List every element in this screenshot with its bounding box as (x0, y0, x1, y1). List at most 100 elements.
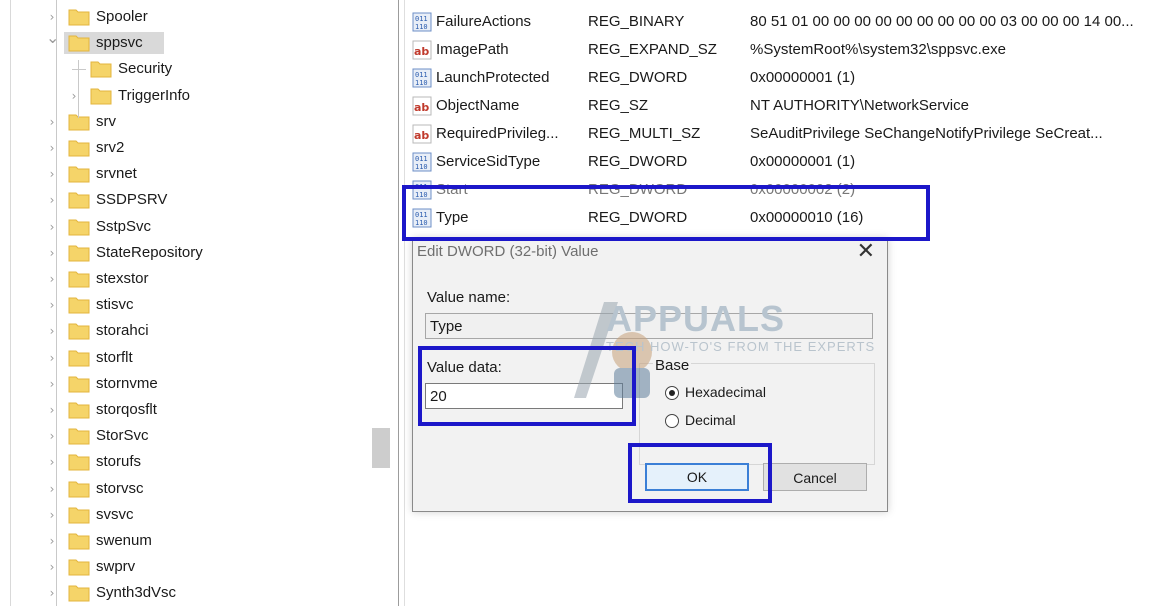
tree-item[interactable]: › srvnet (0, 163, 360, 187)
tree-item-label: stornvme (96, 374, 158, 392)
value-data: SeAuditPrivilege SeChangeNotifyPrivilege… (750, 125, 1103, 142)
folder-icon (68, 217, 90, 236)
value-name-label: Value name: (427, 289, 511, 306)
svg-text:ab: ab (414, 45, 429, 58)
tree-item-label: stexstor (96, 270, 149, 287)
value-row[interactable]: ab ImagePath REG_EXPAND_SZ %SystemRoot%\sys… (410, 38, 1161, 64)
value-row[interactable]: 011 110 FailureActions REG_BINARY 80 51 01 0… (410, 10, 1161, 36)
pane-splitter[interactable] (398, 0, 399, 606)
value-name: ImagePath (436, 41, 509, 58)
folder-icon (68, 374, 90, 393)
tree-item-label: storflt (96, 348, 133, 366)
svg-text:110: 110 (415, 23, 428, 31)
tree-guide-line (56, 0, 57, 606)
tree-item-label: TriggerInfo (118, 86, 190, 104)
tree-item[interactable]: › storqosflt (0, 399, 360, 423)
type-row-highlight (402, 185, 930, 241)
value-name: LaunchProtected (436, 69, 550, 86)
value-row[interactable]: 011 110 ServiceSidType REG_DWORD 0x00000001 … (410, 150, 1161, 176)
folder-icon (68, 164, 90, 183)
tree-item[interactable]: Security (0, 58, 360, 82)
folder-icon (68, 295, 90, 314)
tree-item[interactable]: › storvsc (0, 478, 360, 502)
folder-icon (68, 479, 90, 498)
svg-text:011: 011 (415, 15, 428, 23)
value-name: RequiredPrivileg... (436, 125, 559, 142)
tree-item[interactable]: › srv2 (0, 137, 360, 161)
tree-item[interactable]: › srv (0, 111, 360, 135)
value-name: FailureActions (436, 13, 532, 30)
dialog-title: Edit DWORD (32-bit) Value (417, 243, 599, 260)
folder-icon (68, 426, 90, 445)
value-type: REG_DWORD (588, 69, 688, 86)
tree-item[interactable]: › SstpSvc (0, 216, 360, 240)
value-type: REG_DWORD (588, 153, 688, 170)
folder-icon (68, 243, 90, 262)
tree-item-label: swenum (96, 532, 152, 549)
hexadecimal-label[interactable]: Hexadecimal (685, 384, 766, 400)
tree-scrollbar-thumb[interactable] (372, 428, 390, 468)
tree-item[interactable]: › swprv (0, 556, 360, 580)
tree-item[interactable]: › swenum (0, 530, 360, 554)
tree-item[interactable]: › Spooler (0, 6, 360, 30)
tree-item-label: srvnet (96, 165, 137, 183)
binary-value-icon: 011 110 (412, 12, 432, 32)
tree-item[interactable]: › SSDPSRV (0, 189, 360, 213)
tree-item[interactable]: ⌄ sppsvc (0, 30, 360, 56)
tree-item-label: SSDPSRV (96, 191, 168, 209)
tree-item-label: Security (118, 60, 173, 78)
close-icon[interactable]: ✕ (857, 239, 875, 264)
tree-item[interactable]: › storufs (0, 451, 360, 475)
svg-text:011: 011 (415, 71, 428, 79)
tree-item-label: sppsvc (96, 34, 143, 52)
value-row[interactable]: 011 110 LaunchProtected REG_DWORD 0x00000001… (410, 66, 1161, 92)
registry-tree: › Spooler ⌄ sppsvc Security › TriggerInfo › srv ›… (0, 0, 370, 606)
folder-icon (68, 321, 90, 340)
tree-item[interactable]: › StateRepository (0, 242, 360, 266)
tree-item-label: storqosflt (96, 401, 157, 418)
value-row[interactable]: ab ObjectName REG_SZ NT AUTHORITY\NetworkSe… (410, 94, 1161, 120)
value-type: REG_EXPAND_SZ (588, 41, 717, 58)
tree-item[interactable]: › TriggerInfo (0, 85, 360, 109)
tree-item[interactable]: › stornvme (0, 373, 360, 397)
tree-item-label: storvsc (96, 479, 144, 497)
tree-item-label: storahci (96, 322, 149, 340)
tree-guide-line (78, 60, 79, 118)
value-row[interactable]: ab RequiredPrivileg... REG_MULTI_SZ SeAudit… (410, 122, 1161, 148)
folder-icon (68, 138, 90, 157)
tree-item-label: Synth3dVsc (96, 584, 177, 602)
tree-item[interactable]: › stisvc (0, 294, 360, 318)
folder-icon (68, 557, 90, 576)
value-data: %SystemRoot%\system32\sppsvc.exe (750, 41, 1006, 58)
tree-branch-line (72, 69, 86, 71)
folder-icon (68, 531, 90, 550)
folder-icon (68, 269, 90, 288)
cancel-button[interactable]: Cancel (763, 463, 867, 491)
tree-item-label: Spooler (96, 8, 148, 25)
tree-item[interactable]: › storahci (0, 320, 360, 344)
decimal-radio[interactable] (665, 414, 679, 428)
tree-item-label: svsvc (96, 505, 134, 523)
value-data: 0x00000001 (1) (750, 153, 856, 170)
svg-text:110: 110 (415, 79, 428, 87)
folder-icon (68, 400, 90, 419)
pane-divider (404, 0, 405, 606)
string-value-icon: ab (412, 40, 432, 60)
folder-icon (68, 348, 90, 367)
binary-value-icon: 011 110 (412, 152, 432, 172)
tree-item[interactable]: › StorSvc (0, 425, 360, 449)
tree-item[interactable]: › stexstor (0, 268, 360, 292)
value-name: ServiceSidType (436, 153, 541, 170)
folder-icon (90, 59, 112, 78)
hexadecimal-radio[interactable] (665, 386, 679, 400)
tree-item-label: StorSvc (96, 427, 149, 445)
tree-item[interactable]: › svsvc (0, 504, 360, 528)
value-data: 80 51 01 00 00 00 00 00 00 00 00 00 03 0… (750, 13, 1134, 30)
tree-item[interactable]: › Synth3dVsc (0, 582, 360, 606)
string-value-icon: ab (412, 124, 432, 144)
tree-item[interactable]: › storflt (0, 347, 360, 371)
tree-item-label: srv2 (96, 139, 125, 156)
svg-text:ab: ab (414, 129, 429, 142)
decimal-label[interactable]: Decimal (685, 412, 736, 428)
binary-value-icon: 011 110 (412, 68, 432, 88)
